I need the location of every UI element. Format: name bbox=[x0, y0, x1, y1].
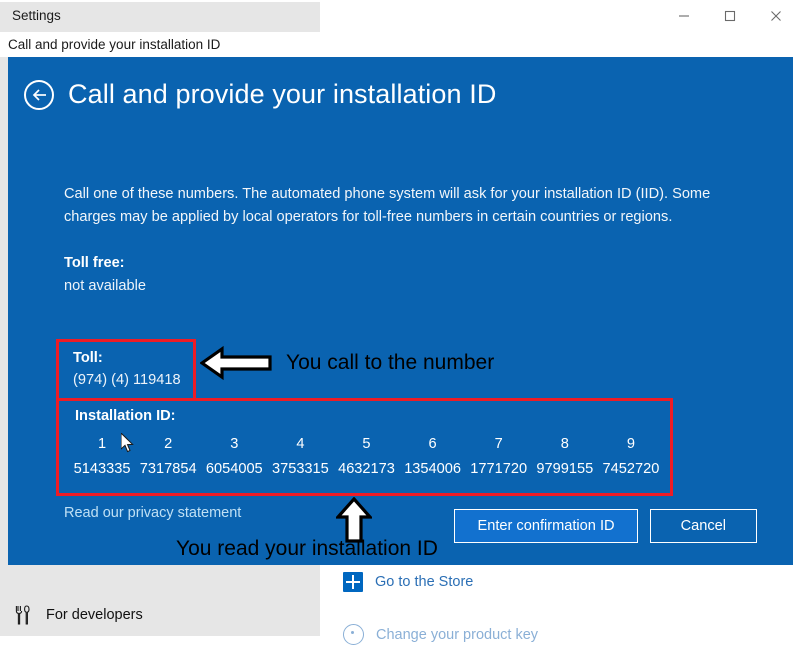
installation-id-box: Installation ID: 1 2 3 4 5 6 7 8 9 51433… bbox=[56, 398, 673, 496]
iid-value-cell: 1771720 bbox=[470, 461, 528, 477]
minimize-button[interactable] bbox=[661, 0, 707, 32]
back-button[interactable] bbox=[24, 79, 54, 110]
partial-row-label: Change your product key bbox=[376, 626, 539, 643]
sidebar-item-label: For developers bbox=[46, 606, 143, 623]
back-arrow-icon bbox=[32, 88, 46, 101]
iid-index-cell: 7 bbox=[494, 436, 503, 452]
iid-value-cell: 7317854 bbox=[139, 461, 197, 477]
iid-value-cell: 5143335 bbox=[73, 461, 131, 477]
toll-block-highlighted: Toll: (974) (4) 119418 bbox=[56, 339, 196, 401]
call-annotation-caption: You call to the number bbox=[286, 351, 495, 374]
iid-index-cell: 6 bbox=[428, 436, 437, 452]
iid-value-cell: 3753315 bbox=[271, 461, 329, 477]
iid-value-cell: 7452720 bbox=[602, 461, 660, 477]
mouse-cursor-icon bbox=[121, 433, 134, 453]
read-annotation-caption: You read your installation ID bbox=[176, 537, 438, 560]
iid-index-cell: 3 bbox=[230, 436, 239, 452]
toll-label: Toll: bbox=[73, 350, 103, 366]
minimize-icon bbox=[679, 15, 689, 17]
activation-dialog-window: Settings Call and provide your installat… bbox=[0, 0, 801, 570]
close-button[interactable] bbox=[753, 0, 799, 32]
page-title: Call and provide your installation ID bbox=[68, 79, 497, 109]
title-bar: Settings bbox=[0, 0, 801, 32]
iid-value-cell: 6054005 bbox=[205, 461, 263, 477]
breadcrumb: Call and provide your installation ID bbox=[8, 37, 221, 52]
privacy-statement-link[interactable]: Read our privacy statement bbox=[64, 505, 241, 521]
toll-free-value: not available bbox=[64, 278, 146, 294]
sidebar-item-for-developers[interactable]: For developers bbox=[0, 593, 320, 636]
toll-free-block: Toll free: not available bbox=[64, 255, 146, 294]
iid-value-cell: 4632173 bbox=[338, 461, 395, 477]
store-icon bbox=[343, 572, 363, 592]
iid-index-cell: 2 bbox=[164, 436, 173, 452]
dialog-button-row: Enter confirmation ID Cancel bbox=[454, 509, 757, 543]
installation-id-label: Installation ID: bbox=[75, 408, 176, 424]
dialog-header: Call and provide your installation ID bbox=[24, 79, 496, 110]
partial-settings-row[interactable]: Change your product key bbox=[343, 624, 538, 645]
breadcrumb-bar: Call and provide your installation ID bbox=[0, 32, 801, 57]
installation-id-table: 1 2 3 4 5 6 7 8 9 5143335 7317854 605400… bbox=[69, 434, 664, 479]
go-to-store-row[interactable]: Go to the Store bbox=[343, 572, 473, 592]
iid-value-cell: 1354006 bbox=[404, 461, 462, 477]
maximize-icon bbox=[724, 10, 736, 22]
installation-id-value-row: 5143335 7317854 6054005 3753315 4632173 … bbox=[69, 459, 664, 479]
iid-value-cell: 9799155 bbox=[536, 461, 594, 477]
toll-free-label: Toll free: bbox=[64, 255, 125, 271]
call-annotation: You call to the number bbox=[200, 345, 494, 381]
cancel-button-dialog[interactable]: Cancel bbox=[649, 509, 757, 543]
maximize-button[interactable] bbox=[707, 0, 753, 32]
installation-id-index-row: 1 2 3 4 5 6 7 8 9 bbox=[69, 434, 664, 459]
intro-paragraph: Call one of these numbers. The automated… bbox=[64, 186, 711, 225]
dialog-body: Call and provide your installation ID Ca… bbox=[8, 57, 793, 565]
iid-index-cell: 5 bbox=[362, 436, 371, 452]
enter-confirmation-id-button[interactable]: Enter confirmation ID bbox=[454, 509, 638, 543]
toll-value: (974) (4) 119418 bbox=[73, 372, 181, 388]
window-title: Settings bbox=[12, 8, 61, 23]
close-icon bbox=[771, 11, 781, 21]
go-to-store-link[interactable]: Go to the Store bbox=[375, 574, 473, 590]
iid-index-cell: 4 bbox=[296, 436, 305, 452]
developer-tools-icon bbox=[0, 604, 46, 625]
iid-index-cell: 8 bbox=[560, 436, 569, 452]
left-arrow-annotation-icon bbox=[200, 345, 272, 381]
iid-index-cell: 9 bbox=[626, 436, 635, 452]
info-circle-icon bbox=[343, 624, 364, 645]
